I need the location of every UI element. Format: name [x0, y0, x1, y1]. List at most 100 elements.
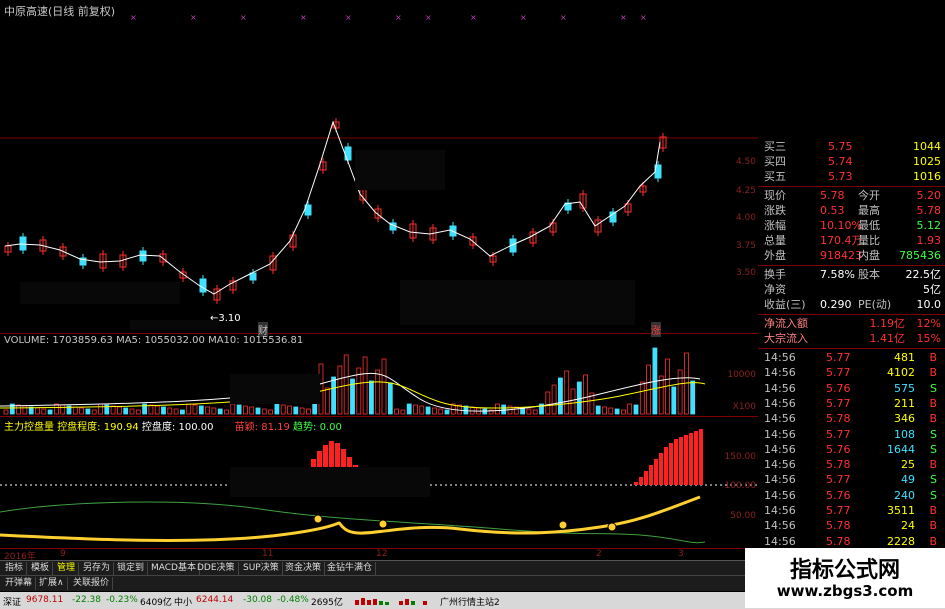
- volume-bar: [123, 407, 129, 415]
- flow-label: 大宗流入: [764, 332, 808, 345]
- date-label: 3: [678, 549, 684, 559]
- extra-label: 换手: [764, 268, 786, 281]
- tab2-2[interactable]: 扩展∧: [36, 577, 68, 590]
- volume-bar: [394, 408, 400, 415]
- flow-value: 1.41亿: [869, 332, 906, 345]
- price-candlestick-chart[interactable]: × × × × × × × × × × × ×: [0, 0, 758, 334]
- event-marker-icon: ×: [470, 13, 477, 22]
- tick-time: 14:56: [764, 534, 796, 548]
- volume-bar: [343, 354, 349, 415]
- tick-price: 5.77: [826, 473, 851, 487]
- volume-bar: [570, 388, 576, 415]
- indicator-axis-label: 50.00: [730, 511, 756, 521]
- tick-side: S: [930, 488, 937, 502]
- chart-area[interactable]: 中原高速(日线 前复权) × × × × × × × × × × × × ←3.10 财 涨 4.50…: [0, 0, 759, 562]
- volume-bar: [35, 407, 40, 415]
- tab-4[interactable]: 另存为: [80, 562, 115, 575]
- volume-bar: [545, 391, 551, 415]
- indicator-chart[interactable]: [0, 417, 758, 549]
- tick-time: 14:56: [764, 427, 796, 441]
- stat-row: 总量 170.4万 量比 1.93: [758, 234, 945, 248]
- tick-time: 14:56: [764, 488, 796, 502]
- tab-7[interactable]: DDE决策: [194, 562, 239, 575]
- volume-axis-label: 10000: [727, 370, 756, 380]
- price-axis-label: 4.50: [735, 157, 756, 167]
- tick-row: 14:56 5.77 481 B: [758, 351, 945, 365]
- low-marker: ←3.10: [210, 313, 241, 324]
- tick-volume: 575: [894, 381, 915, 395]
- tick-volume: 240: [894, 488, 915, 502]
- stat-label: 最高: [858, 204, 880, 217]
- candle-body: [344, 146, 352, 161]
- stat-value: 170.4万: [820, 234, 863, 247]
- extra-row: 净资 5亿: [758, 283, 945, 297]
- index-sz-pct: -0.48%: [277, 595, 309, 605]
- server-name[interactable]: 广州行情主站2: [440, 595, 500, 608]
- control-bar: [674, 439, 678, 485]
- stat-value: 5.12: [916, 219, 942, 232]
- stat-value: 5.78: [820, 189, 845, 202]
- stat-label: 总量: [764, 234, 786, 247]
- volume-bar: [551, 384, 557, 415]
- tick-row: 14:56 5.77 4102 B: [758, 366, 945, 380]
- date-label: 12: [376, 549, 388, 559]
- volume-bar: [280, 404, 286, 415]
- tick-price: 5.78: [826, 534, 851, 548]
- volume-bar: [368, 380, 374, 415]
- bid-price: 5.73: [828, 170, 853, 183]
- divider: [758, 265, 945, 266]
- green-line: [0, 501, 706, 544]
- candle-body: [199, 278, 207, 293]
- bid-row: 买五 5.73 1016: [758, 170, 945, 184]
- volume-bar: [595, 405, 601, 415]
- tick-side: S: [930, 442, 937, 456]
- tab-6[interactable]: MACD基本: [148, 562, 200, 575]
- volume-bar: [381, 358, 387, 415]
- volume-bar: [633, 404, 639, 415]
- event-marker-icon: ×: [130, 13, 137, 22]
- indicator-tab-bar: 指标 模板 管理 另存为 锁定到 MACD基本 DDE决策 SUP决策 资金决策 金钻牛满仓: [0, 560, 758, 576]
- tab2-3[interactable]: 关联报价: [70, 577, 114, 590]
- indicator-axis-label: 150.00: [724, 452, 757, 462]
- tab-2[interactable]: 模板: [28, 562, 54, 575]
- volume-bar: [242, 405, 248, 415]
- volume-bar: [602, 406, 607, 415]
- volume-bar: [211, 407, 217, 415]
- tick-side: B: [929, 504, 937, 517]
- market-breadth-icon: [355, 598, 427, 605]
- tab-1[interactable]: 指标: [2, 562, 28, 575]
- stat-value: 785436: [899, 249, 941, 262]
- extra-label: 净资: [764, 283, 786, 296]
- volume-bar: [85, 408, 91, 415]
- volume-bar: [110, 405, 116, 415]
- signal-dot-icon: [313, 514, 323, 524]
- bid-volume: 1044: [913, 140, 941, 153]
- tick-side: S: [930, 427, 937, 441]
- tab-5[interactable]: 锁定到: [114, 562, 149, 575]
- control-bar: [699, 429, 703, 485]
- extra-value: 7.58%: [820, 268, 855, 281]
- mask-block: [400, 280, 635, 325]
- volume-bar: [161, 406, 166, 415]
- extra-value: 5亿: [923, 283, 941, 296]
- volume-bar: [331, 376, 337, 415]
- stat-label: 现价: [764, 189, 786, 202]
- volume-bar: [614, 408, 620, 415]
- volume-chart[interactable]: [0, 334, 758, 416]
- volume-bar: [236, 404, 242, 415]
- tick-side: B: [929, 412, 937, 426]
- tab-9[interactable]: 资金决策: [282, 562, 326, 575]
- volume-bar: [60, 404, 66, 415]
- stat-value: 918423: [820, 249, 862, 262]
- volume-bar: [400, 409, 406, 415]
- volume-bar: [431, 407, 437, 415]
- volume-bar: [532, 409, 538, 415]
- bid-price: 5.75: [828, 140, 853, 153]
- stat-row: 涨幅 10.10% 最低 5.12: [758, 219, 945, 233]
- tab-10[interactable]: 金钻牛满仓: [324, 562, 377, 575]
- tab-3[interactable]: 管理: [54, 562, 80, 575]
- tab-8[interactable]: SUP决策: [240, 562, 283, 575]
- event-marker-icon: ×: [520, 13, 527, 22]
- stat-value: 5.78: [916, 204, 942, 217]
- tab2-1[interactable]: 开弹幕: [2, 577, 37, 590]
